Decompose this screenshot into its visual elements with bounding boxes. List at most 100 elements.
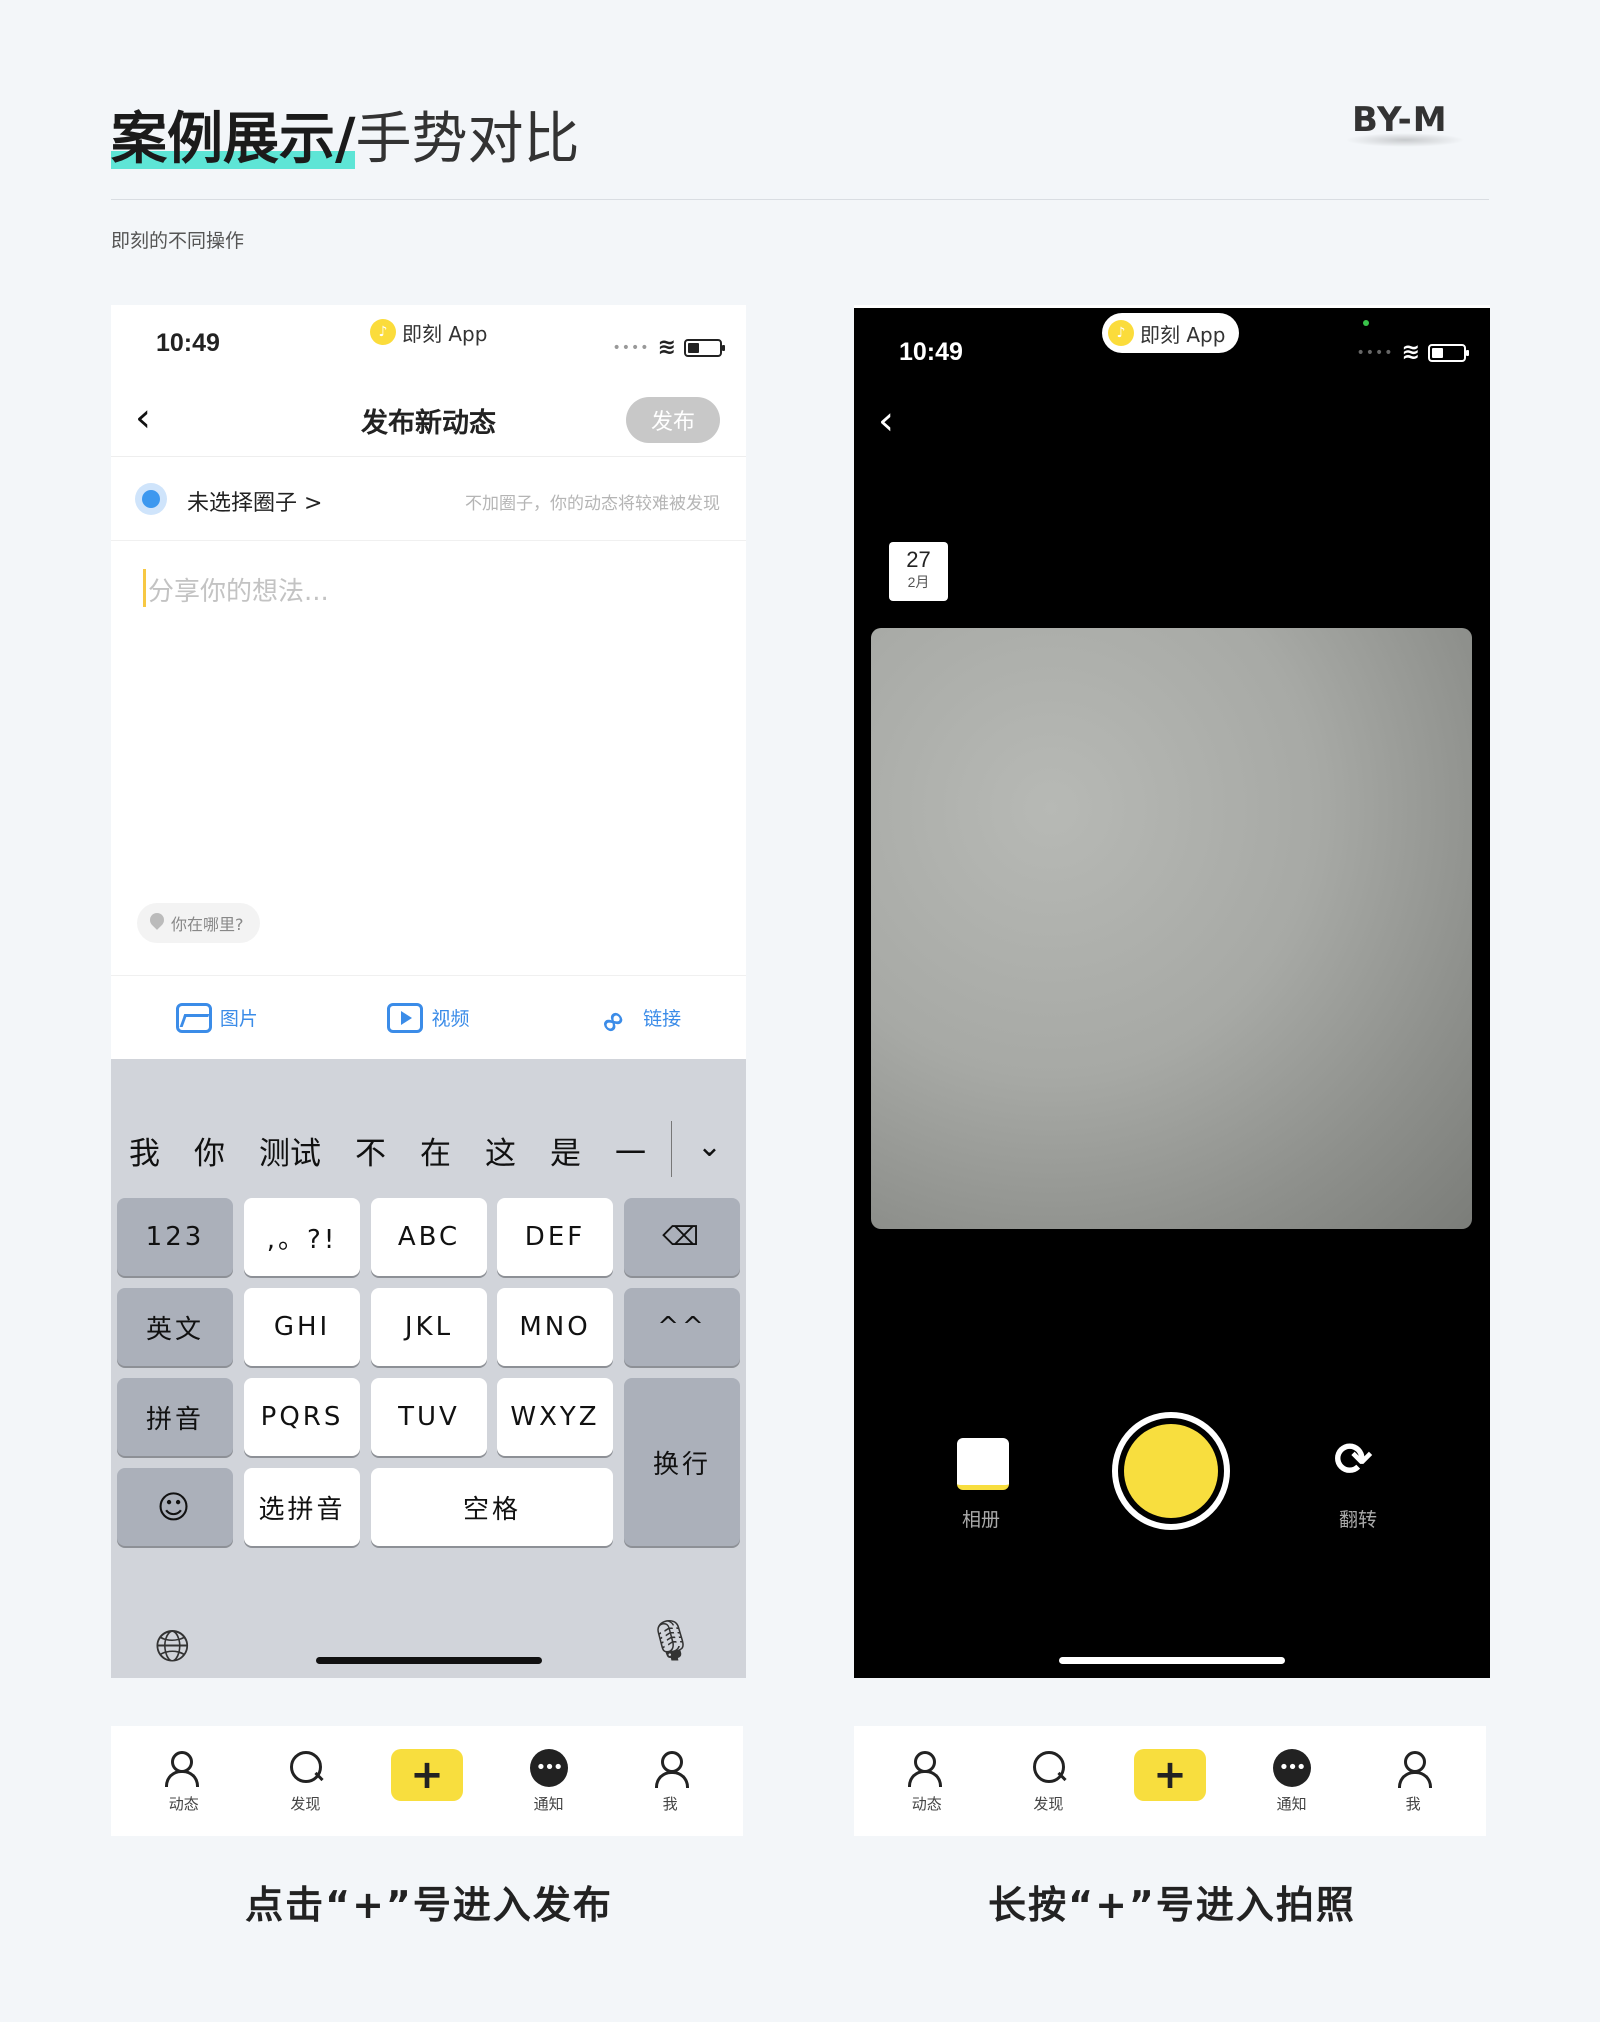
publish-button[interactable]: 发布 [626, 397, 720, 443]
tab-notifications[interactable]: ••• 通知 [1247, 1748, 1337, 1814]
key-ghi[interactable]: GHI [244, 1288, 360, 1366]
key-pinyin[interactable]: 拼音 [117, 1378, 233, 1456]
circle-hint: 不加圈子，你的动态将较难被发现 [465, 494, 720, 514]
link-icon: ∞ [591, 999, 635, 1043]
tab-create[interactable]: + [1125, 1749, 1215, 1813]
tab-notifications[interactable]: ••• 通知 [504, 1748, 594, 1814]
battery-icon [684, 338, 725, 357]
people-icon [164, 1749, 203, 1787]
app-indicator[interactable]: ♪ 即刻 App [1102, 313, 1240, 353]
candidate-item[interactable]: 测试 [259, 1128, 321, 1173]
wifi-icon: ≋ [1401, 340, 1420, 365]
circle-label[interactable]: 未选择圈子 > [187, 485, 322, 517]
back-chevron-icon[interactable]: ‹ [878, 398, 894, 444]
tab-label: 发现 [290, 1794, 321, 1813]
circle-selector[interactable]: 未选择圈子 > 不加圈子，你的动态将较难被发现 [111, 457, 746, 541]
candidate-item[interactable]: 我 [129, 1128, 160, 1173]
key-enter[interactable]: 换行 [624, 1378, 740, 1546]
status-icons: •••• ≋ [1357, 340, 1469, 365]
caption-right: 长按“+”号进入拍照 [988, 1883, 1356, 1927]
chevron-down-icon[interactable]: ⌄ [697, 1129, 722, 1164]
location-label: 你在哪里? [171, 915, 244, 934]
key-english[interactable]: 英文 [117, 1288, 233, 1366]
key-caret[interactable]: ^^ [624, 1288, 740, 1366]
key-pqrs[interactable]: PQRS [244, 1378, 360, 1456]
flip-camera-icon[interactable]: ⟳ [1334, 1432, 1373, 1486]
attach-image-button[interactable]: 图片 [175, 1002, 258, 1033]
microphone-icon[interactable]: 🎙︎ [645, 1617, 696, 1664]
key-123[interactable]: 123 [117, 1198, 233, 1276]
status-bar: 10:49 ♪ 即刻 App •••• ≋ [111, 305, 746, 381]
tab-feed[interactable]: 动态 [139, 1749, 229, 1814]
home-indicator[interactable] [316, 1657, 542, 1664]
app-name: 即刻 App [402, 321, 488, 346]
status-bar: 10:49 ♪ 即刻 App •••• ≋ [854, 308, 1490, 384]
image-icon [175, 1002, 212, 1033]
album-thumbnail-button[interactable] [957, 1438, 1009, 1490]
globe-icon[interactable]: 🌐︎ [155, 1621, 190, 1672]
flip-label: 翻转 [1339, 1509, 1378, 1531]
location-button[interactable]: 你在哪里? [137, 903, 260, 943]
tab-label: 动态 [911, 1794, 942, 1813]
title-thin: 手势对比 [355, 107, 580, 172]
plus-icon: + [1133, 1749, 1206, 1801]
home-indicator[interactable] [1059, 1657, 1285, 1664]
emoji-key[interactable]: ☺ [117, 1468, 233, 1546]
key-abc[interactable]: ABC [371, 1198, 487, 1276]
brand-logo: BY-M [1352, 100, 1448, 132]
candidate-separator [671, 1121, 672, 1177]
page-title: 案例展示/ 手势对比 [111, 95, 579, 175]
tab-create[interactable]: + [382, 1749, 472, 1813]
circle-icon [135, 483, 167, 515]
attach-video-button[interactable]: 视频 [387, 1002, 470, 1033]
key-select-pinyin[interactable]: 选拼音 [244, 1468, 360, 1546]
tab-bar-right: 动态 发现 + ••• 通知 我 [854, 1726, 1486, 1836]
caption-left: 点击“+”号进入发布 [245, 1883, 613, 1927]
wifi-icon: ≋ [657, 335, 676, 360]
search-icon [1029, 1749, 1067, 1787]
key-mno[interactable]: MNO [497, 1288, 613, 1366]
ime-keyboard: 我 你 测试 不 在 这 是 一 ⌄ 123 ,。?! ABC DEF ⌫ 英文… [111, 1059, 746, 1678]
key-jkl[interactable]: JKL [371, 1288, 487, 1366]
key-punct[interactable]: ,。?! [244, 1198, 360, 1276]
key-tuv[interactable]: TUV [371, 1378, 487, 1456]
backspace-icon: ⌫ [662, 1222, 702, 1252]
date-badge: 27 2月 [889, 542, 948, 601]
tab-discover[interactable]: 发现 [260, 1749, 350, 1814]
candidate-item[interactable]: 不 [355, 1128, 386, 1173]
candidate-item[interactable]: 你 [194, 1128, 225, 1173]
app-name: 即刻 App [1140, 322, 1226, 347]
tab-me[interactable]: 我 [1368, 1749, 1458, 1814]
status-time: 10:49 [899, 338, 963, 366]
candidate-item[interactable]: 在 [420, 1128, 451, 1173]
post-editor[interactable]: 分享你的想法... 你在哪里? [111, 541, 746, 975]
tab-discover[interactable]: 发现 [1003, 1749, 1093, 1814]
shutter-button[interactable] [1112, 1412, 1230, 1530]
camera-viewfinder[interactable] [871, 628, 1472, 1229]
battery-icon [1428, 343, 1469, 362]
tab-me[interactable]: 我 [625, 1749, 715, 1814]
attach-link-button[interactable]: ∞ 链接 [592, 1000, 681, 1042]
tab-feed[interactable]: 动态 [882, 1749, 972, 1814]
camera-phone-screen: 10:49 ♪ 即刻 App •••• ≋ ‹ 27 2月 相册 ⟳ 翻转 [854, 305, 1490, 1678]
key-def[interactable]: DEF [497, 1198, 613, 1276]
date-day: 27 [906, 547, 931, 572]
title-strong: 案例展示/ [111, 105, 356, 175]
title-strong-text: 案例展示/ [111, 107, 356, 172]
key-space[interactable]: 空格 [371, 1468, 613, 1546]
key-wxyz[interactable]: WXYZ [497, 1378, 613, 1456]
candidate-item[interactable]: 这 [485, 1128, 516, 1173]
candidate-bar: 我 你 测试 不 在 这 是 一 [111, 1113, 746, 1187]
album-label: 相册 [962, 1509, 1001, 1531]
app-indicator[interactable]: ♪ 即刻 App [370, 314, 497, 350]
candidate-item[interactable]: 是 [550, 1128, 581, 1173]
backspace-key[interactable]: ⌫ [624, 1198, 740, 1276]
tab-label: 动态 [168, 1794, 199, 1813]
tab-bar-left: 动态 发现 + ••• 通知 我 [111, 1726, 743, 1836]
user-icon [651, 1749, 690, 1788]
post-input-placeholder[interactable]: 分享你的想法... [148, 571, 329, 608]
attach-video-label: 视频 [431, 1008, 470, 1030]
status-time: 10:49 [156, 329, 220, 357]
app-logo-icon: ♪ [1108, 320, 1134, 346]
candidate-item[interactable]: 一 [615, 1128, 646, 1173]
